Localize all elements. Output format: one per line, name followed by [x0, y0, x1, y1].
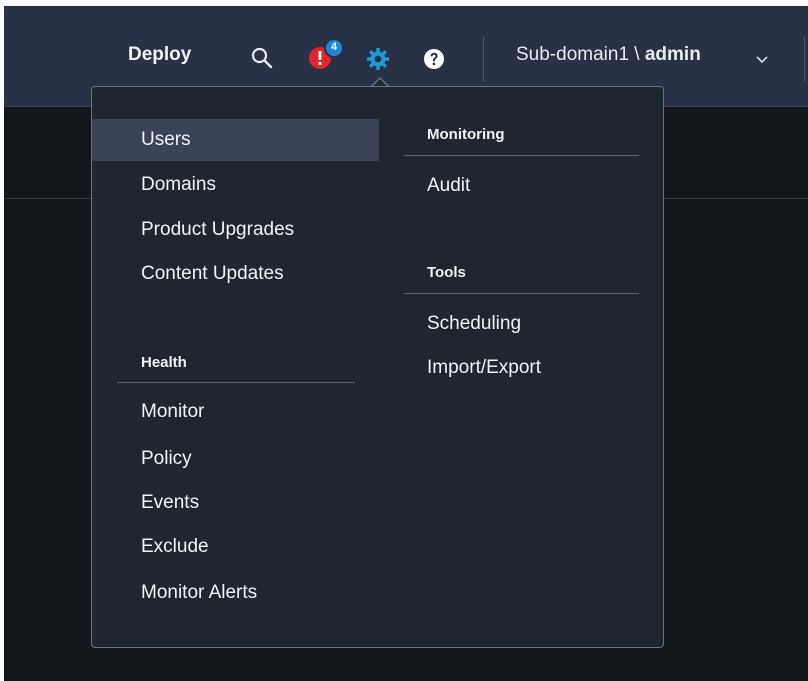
menu-item-scheduling[interactable]: Scheduling	[427, 309, 521, 339]
deploy-button[interactable]: Deploy	[128, 44, 191, 66]
section-divider-health	[117, 382, 355, 383]
menu-item-audit[interactable]: Audit	[427, 171, 470, 201]
header-divider	[483, 36, 484, 82]
header-divider-right	[804, 36, 805, 82]
search-icon[interactable]	[250, 46, 274, 70]
menu-item-exclude[interactable]: Exclude	[141, 532, 209, 562]
section-title-health: Health	[141, 354, 187, 371]
alert-bell-icon[interactable]: 4	[306, 36, 348, 76]
menu-item-product-upgrades[interactable]: Product Upgrades	[141, 215, 294, 245]
section-divider-tools	[404, 293, 639, 294]
menu-item-monitor-alerts[interactable]: Monitor Alerts	[141, 578, 257, 608]
menu-item-events[interactable]: Events	[141, 488, 199, 518]
menu-item-domains[interactable]: Domains	[141, 170, 216, 200]
system-settings-menu: Users Domains Product Upgrades Content U…	[91, 86, 664, 648]
user-domain-label: Sub-domain1 \	[516, 44, 645, 65]
app-window: Deploy 4 Sub-domain1 \ admin Users Domai…	[4, 6, 808, 681]
menu-item-import-export[interactable]: Import/Export	[427, 353, 541, 383]
user-menu-button[interactable]: Sub-domain1 \ admin	[516, 44, 701, 66]
section-divider-monitoring	[404, 155, 639, 156]
gear-icon[interactable]	[366, 47, 390, 71]
section-title-tools: Tools	[427, 264, 466, 281]
section-title-monitoring: Monitoring	[427, 126, 505, 143]
username-label: admin	[644, 44, 701, 65]
menu-item-users[interactable]: Users	[92, 119, 379, 161]
menu-item-content-updates[interactable]: Content Updates	[141, 259, 284, 289]
help-icon[interactable]	[423, 48, 445, 70]
chevron-down-icon[interactable]	[755, 52, 769, 64]
menu-item-policy[interactable]: Policy	[141, 444, 192, 474]
menu-item-monitor[interactable]: Monitor	[141, 397, 204, 427]
notification-count-badge: 4	[330, 41, 338, 53]
